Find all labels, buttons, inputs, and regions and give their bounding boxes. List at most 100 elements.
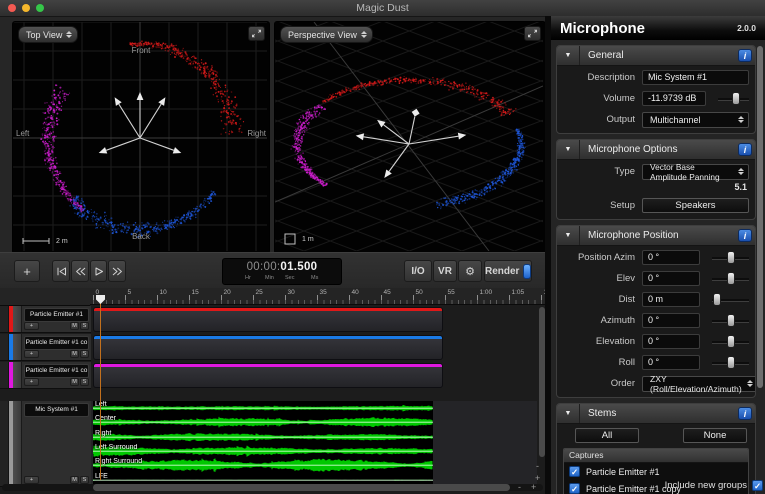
info-button[interactable]: i: [738, 229, 752, 242]
section-header[interactable]: ▼ General i: [557, 46, 755, 66]
dist-slider[interactable]: [712, 293, 749, 306]
vr-button[interactable]: VR: [433, 260, 457, 282]
panel-scrollbar[interactable]: [757, 46, 763, 388]
track-solo-button[interactable]: S: [80, 322, 89, 330]
roll-field[interactable]: 0 °: [642, 355, 700, 370]
track-drag-handle[interactable]: [13, 334, 22, 360]
azimuth-slider[interactable]: [712, 314, 749, 327]
fast-forward-button[interactable]: [108, 260, 126, 282]
disclosure-triangle-icon[interactable]: ▼: [557, 46, 580, 65]
track-name[interactable]: Particle Emitter #1: [24, 308, 89, 322]
track-add-button[interactable]: +: [24, 378, 39, 386]
track-header-mic-system[interactable]: Mic System #1 + M S: [0, 401, 91, 487]
time-ruler[interactable]: 0 5 10 15 20 25 30 35 40 45 50 55 1:00 1…: [90, 288, 549, 305]
slider-thumb[interactable]: [727, 335, 735, 348]
rewind-button[interactable]: [71, 260, 89, 282]
track-name[interactable]: Particle Emitter #1 co: [24, 336, 89, 350]
speakers-setup-button[interactable]: Speakers: [642, 198, 749, 213]
play-button[interactable]: [90, 260, 107, 282]
track-add-button[interactable]: +: [24, 322, 39, 330]
track-mute-button[interactable]: M: [70, 322, 79, 330]
elev-slider[interactable]: [712, 272, 749, 285]
roll-slider[interactable]: [712, 356, 749, 369]
slider-thumb[interactable]: [727, 314, 735, 327]
order-select[interactable]: ZXY (Roll/Elevation/Azimuth): [642, 376, 756, 392]
description-field[interactable]: Mic System #1: [642, 70, 749, 85]
info-button[interactable]: i: [738, 49, 752, 62]
vertical-zoom-in-button[interactable]: +: [535, 474, 540, 482]
track-add-button[interactable]: +: [24, 476, 39, 484]
slider-thumb[interactable]: [713, 293, 721, 306]
info-button[interactable]: i: [738, 407, 752, 420]
track-solo-button[interactable]: S: [80, 476, 89, 484]
azimuth-field[interactable]: 0 °: [642, 313, 700, 328]
track-drag-handle[interactable]: [13, 362, 22, 388]
disclosure-triangle-icon[interactable]: ▼: [557, 226, 580, 245]
slider-thumb[interactable]: [727, 251, 735, 264]
section-header[interactable]: ▼ Microphone Options i: [557, 140, 755, 160]
track-header-particle-3[interactable]: Particle Emitter #1 co + M S: [0, 362, 91, 389]
section-header[interactable]: ▼ Stems i: [557, 404, 755, 424]
info-button[interactable]: i: [738, 143, 752, 156]
capture-item[interactable]: ✓ Particle Emitter #1: [564, 463, 748, 480]
perspective-viewport[interactable]: 1 m Perspective View: [274, 21, 546, 254]
playhead-line[interactable]: [100, 295, 101, 480]
slider-thumb[interactable]: [732, 92, 740, 105]
clip-particle-emitter-3[interactable]: [93, 363, 443, 388]
expand-view-button[interactable]: [248, 26, 265, 41]
track-name[interactable]: Mic System #1: [24, 403, 89, 417]
elevation-field[interactable]: 0 °: [642, 334, 700, 349]
top-viewport[interactable]: Front Back Left Right 2 m Top View: [12, 21, 270, 254]
perspective-view-canvas[interactable]: [275, 22, 543, 251]
io-button[interactable]: I/O: [404, 260, 432, 282]
output-select[interactable]: Multichannel: [642, 112, 749, 128]
track-mute-button[interactable]: M: [70, 350, 79, 358]
track-drag-handle[interactable]: [13, 401, 22, 486]
track-mute-button[interactable]: M: [70, 378, 79, 386]
disclosure-triangle-icon[interactable]: ▼: [557, 404, 580, 423]
track-name[interactable]: Particle Emitter #1 co: [24, 364, 89, 378]
clip-particle-emitter-2[interactable]: [93, 335, 443, 360]
select-all-button[interactable]: All: [575, 428, 639, 443]
add-track-button[interactable]: +: [14, 260, 40, 282]
horizontal-zoom-in-button[interactable]: +: [531, 483, 536, 491]
elev-field[interactable]: 0 °: [642, 271, 700, 286]
include-new-groups-checkbox[interactable]: ✓: [752, 480, 763, 491]
view-mode-select[interactable]: Top View: [18, 26, 78, 43]
track-add-button[interactable]: +: [24, 350, 39, 358]
expand-view-button[interactable]: [524, 26, 541, 41]
volume-slider[interactable]: [718, 92, 749, 105]
position-azim-slider[interactable]: [712, 251, 749, 264]
track-drag-handle[interactable]: [13, 306, 22, 332]
track-mute-button[interactable]: M: [70, 476, 79, 484]
capture-checkbox[interactable]: ✓: [569, 483, 580, 494]
horizontal-scrollbar[interactable]: [93, 484, 510, 491]
skip-to-start-button[interactable]: [52, 260, 70, 282]
dist-field[interactable]: 0 m: [642, 292, 700, 307]
track-header-particle-2[interactable]: Particle Emitter #1 co + M S: [0, 334, 91, 361]
volume-field[interactable]: -11.9739 dB: [642, 91, 706, 106]
disclosure-triangle-icon[interactable]: ▼: [557, 140, 580, 159]
section-header[interactable]: ▼ Microphone Position i: [557, 226, 755, 246]
horizontal-zoom-out-button[interactable]: -: [518, 483, 521, 491]
select-none-button[interactable]: None: [683, 428, 747, 443]
clip-particle-emitter-1[interactable]: [93, 307, 443, 332]
vertical-zoom-out-button[interactable]: -: [536, 462, 539, 470]
track-solo-button[interactable]: S: [80, 378, 89, 386]
render-button[interactable]: Render: [484, 260, 532, 282]
titlebar[interactable]: Magic Dust: [0, 0, 765, 17]
position-azim-field[interactable]: 0 °: [642, 250, 700, 265]
time-display[interactable]: 00:00:01.500 Hr Min Sec Ms: [222, 258, 342, 285]
top-view-canvas[interactable]: [13, 22, 267, 251]
track-solo-button[interactable]: S: [80, 350, 89, 358]
slider-thumb[interactable]: [727, 272, 735, 285]
view-mode-select[interactable]: Perspective View: [280, 26, 373, 43]
track-header-particle-1[interactable]: Particle Emitter #1 + M S: [0, 306, 91, 333]
type-select[interactable]: Vector Base Amplitude Panning: [642, 164, 749, 180]
elevation-slider[interactable]: [712, 335, 749, 348]
left-label: Left: [16, 129, 29, 138]
clip-mic-system-waveforms[interactable]: Left Center Right Left Surround Right Su…: [93, 401, 433, 487]
settings-button[interactable]: ⚙: [458, 260, 482, 282]
capture-checkbox[interactable]: ✓: [569, 466, 580, 477]
slider-thumb[interactable]: [727, 356, 735, 369]
